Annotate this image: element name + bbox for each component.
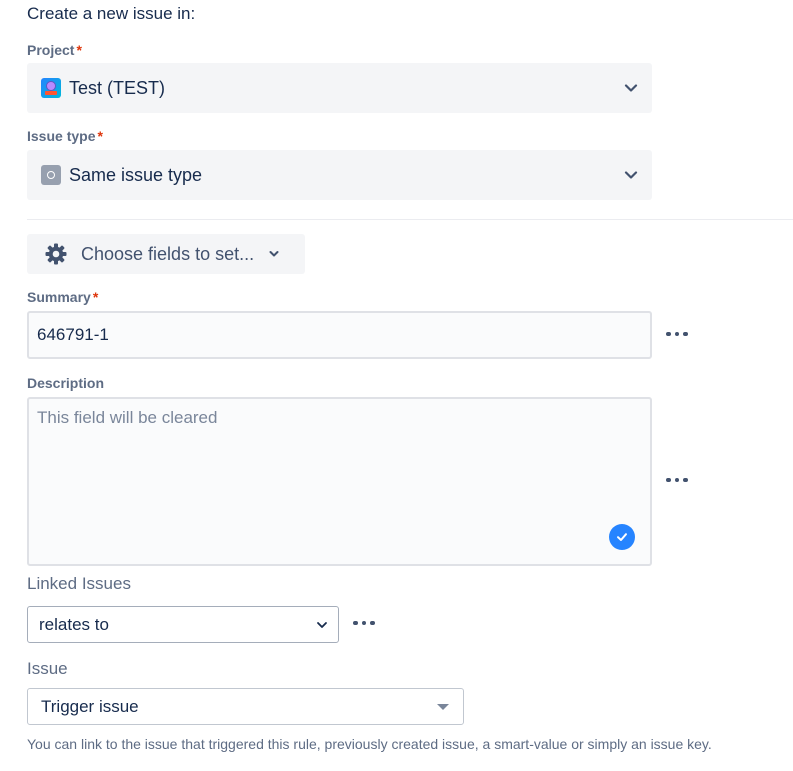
check-circle-icon <box>609 524 635 550</box>
chevron-down-icon <box>624 84 638 92</box>
gear-icon <box>45 243 67 265</box>
summary-label: Summary * <box>27 289 98 305</box>
project-label-text: Project <box>27 42 75 58</box>
issue-type-value: Same issue type <box>69 164 203 185</box>
description-textarea[interactable] <box>27 397 652 566</box>
project-select[interactable]: Test (TEST) <box>27 63 652 113</box>
project-avatar-icon <box>41 78 61 98</box>
issue-type-label-text: Issue type <box>27 128 96 144</box>
section-divider <box>27 219 793 220</box>
issue-type-label: Issue type * <box>27 128 103 144</box>
link-type-select[interactable]: relates to <box>27 606 339 643</box>
linked-issues-label: Linked Issues <box>27 574 131 593</box>
issue-help-text: You can link to the issue that triggered… <box>27 736 712 752</box>
summary-input[interactable] <box>27 311 652 359</box>
link-type-value: relates to <box>39 614 109 634</box>
issue-select[interactable]: Trigger issue <box>27 688 464 725</box>
summary-label-text: Summary <box>27 289 91 305</box>
create-issue-form: Create a new issue in: Project * Test (TE… <box>0 0 793 771</box>
description-label: Description <box>27 375 105 391</box>
project-value: Test (TEST) <box>69 77 166 98</box>
issue-type-icon <box>41 165 61 185</box>
project-label: Project * <box>27 42 82 58</box>
linked-issues-more-icon[interactable] <box>350 613 378 633</box>
issue-type-select[interactable]: Same issue type <box>27 150 652 200</box>
chevron-down-icon <box>317 621 327 628</box>
required-mark: * <box>97 128 103 144</box>
chevron-down-icon <box>269 251 279 257</box>
caret-down-icon <box>437 703 449 710</box>
choose-fields-button[interactable]: Choose fields to set... <box>27 234 305 274</box>
required-mark: * <box>92 289 99 305</box>
choose-fields-label: Choose fields to set... <box>81 243 255 264</box>
summary-more-icon[interactable] <box>663 324 691 344</box>
required-mark: * <box>76 42 82 58</box>
chevron-down-icon <box>624 171 638 179</box>
issue-value: Trigger issue <box>41 696 139 716</box>
description-more-icon[interactable] <box>663 470 691 490</box>
form-heading: Create a new issue in: <box>27 4 196 23</box>
issue-label: Issue <box>27 659 68 678</box>
